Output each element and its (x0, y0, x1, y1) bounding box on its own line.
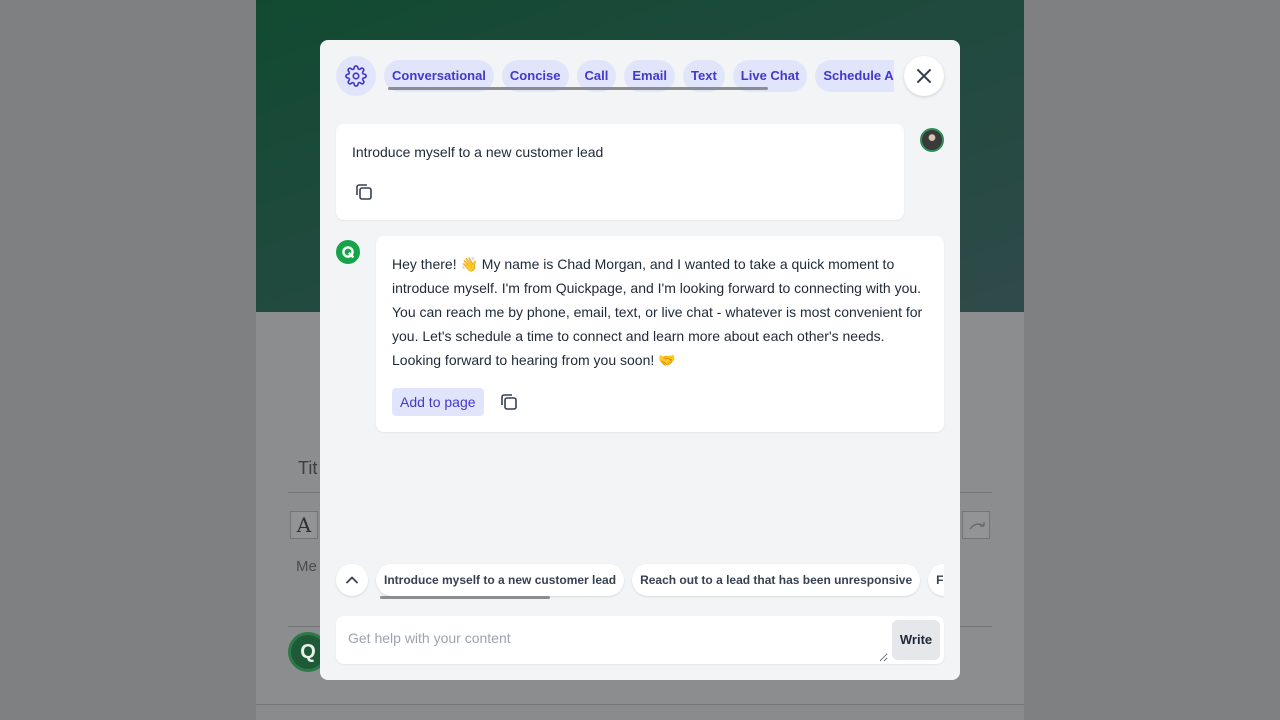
tone-tabs: Conversational Concise Call Email Text L… (380, 56, 894, 96)
assistant-message-text: Hey there! 👋 My name is Chad Morgan, and… (392, 256, 923, 368)
suggestions-toggle-button[interactable] (336, 564, 368, 596)
write-button[interactable]: Write (892, 620, 940, 660)
suggestion-chip[interactable]: Introduce myself to a new customer lead (376, 564, 625, 596)
close-icon (917, 69, 931, 83)
settings-button[interactable] (336, 56, 376, 96)
redo-icon (962, 511, 990, 539)
font-format-icon: A (290, 511, 318, 539)
close-button[interactable] (904, 56, 944, 96)
title-input: Tit (298, 458, 318, 478)
copy-icon (356, 184, 372, 200)
user-message-text: Introduce myself to a new customer lead (352, 144, 604, 160)
divider (256, 704, 1024, 705)
assistant-message: Hey there! 👋 My name is Chad Morgan, and… (376, 236, 944, 432)
prompt-input-box: Write (336, 616, 944, 664)
gear-icon (345, 65, 367, 87)
suggestion-chip[interactable]: Reach out to a lead that has been unresp… (632, 564, 921, 596)
copy-icon (501, 394, 517, 410)
tabs-scrollbar[interactable] (388, 87, 768, 90)
suggestions-bar: Introduce myself to a new customer lead … (372, 562, 944, 598)
suggestion-chip[interactable]: Follow up (928, 564, 944, 596)
ai-writer-modal: Conversational Concise Call Email Text L… (320, 40, 960, 680)
suggestions-scrollbar[interactable] (380, 596, 550, 599)
prompt-input[interactable] (336, 616, 888, 662)
quickpage-logo-icon (336, 240, 360, 264)
body-input: Me (296, 558, 317, 575)
user-message: Introduce myself to a new customer lead (336, 124, 904, 220)
copy-button[interactable] (497, 390, 521, 414)
tab-schedule-appointment[interactable]: Schedule Appointment (815, 60, 894, 92)
user-avatar (920, 128, 944, 152)
copy-button[interactable] (352, 180, 376, 204)
chevron-up-icon (346, 576, 358, 584)
add-to-page-button[interactable]: Add to page (392, 388, 484, 416)
